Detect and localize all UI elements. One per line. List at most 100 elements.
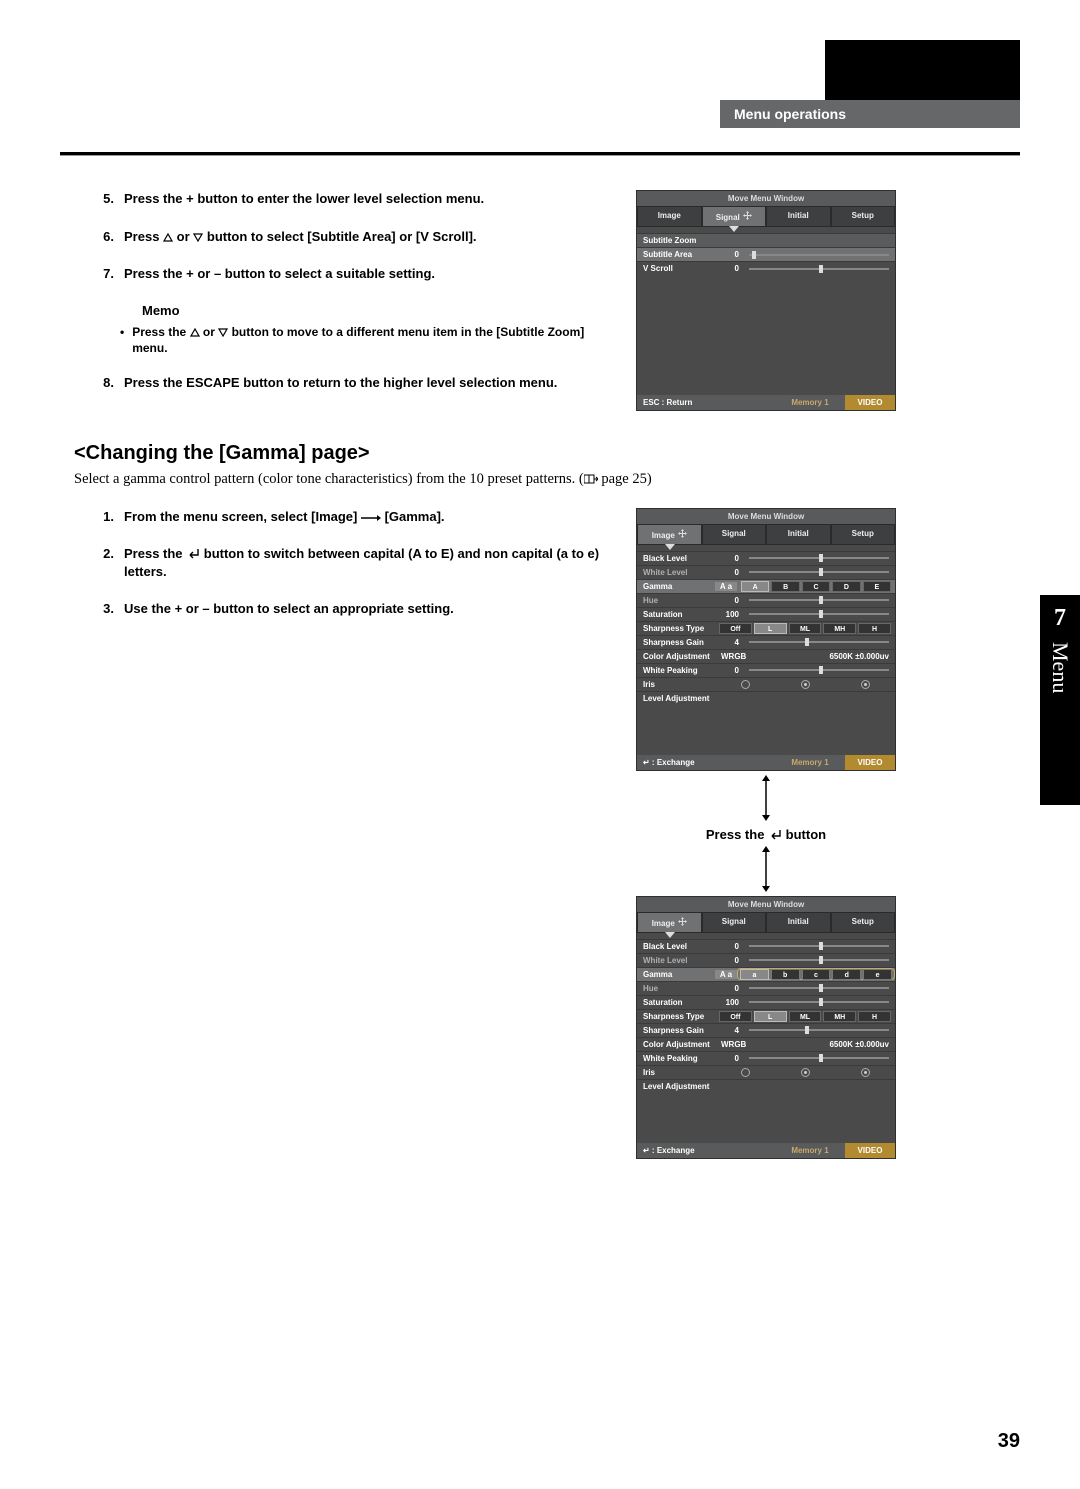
header-black-bar xyxy=(825,40,1020,100)
row-iris[interactable]: Iris xyxy=(637,677,895,691)
header-rule-2 xyxy=(60,155,1020,156)
row-sharpness-type[interactable]: Sharpness TypeOffLMLMHH xyxy=(637,1009,895,1023)
iris-icon xyxy=(861,1068,870,1077)
footer-video: VIDEO xyxy=(845,755,895,770)
row-hue[interactable]: Hue0 xyxy=(637,593,895,607)
row-gamma[interactable]: GammaA aABCDE xyxy=(637,579,895,593)
slider[interactable] xyxy=(749,571,889,573)
slider[interactable] xyxy=(749,557,889,559)
slider[interactable] xyxy=(749,959,889,961)
slider[interactable] xyxy=(749,945,889,947)
row-subtitle-area[interactable]: Subtitle Area0 xyxy=(637,247,895,261)
side-tab-number: 7 xyxy=(1054,605,1066,632)
st-opt[interactable]: L xyxy=(754,1011,787,1022)
header-section-text: Menu operations xyxy=(734,106,846,122)
row-black-level[interactable]: Black Level0 xyxy=(637,551,895,565)
side-tab: 7 Menu xyxy=(1040,595,1080,805)
tab-setup[interactable]: Setup xyxy=(831,912,896,933)
tab-setup[interactable]: Setup xyxy=(831,206,896,227)
row-color-adjustment[interactable]: Color AdjustmentWRGB6500K ±0.000uv xyxy=(637,649,895,663)
slider[interactable] xyxy=(749,613,889,615)
tab-initial[interactable]: Initial xyxy=(766,206,831,227)
ca-k: 6500K ±0.000uv xyxy=(829,1040,889,1049)
gamma-opt[interactable]: B xyxy=(771,581,799,592)
slider[interactable] xyxy=(749,254,889,256)
tab-image[interactable]: Image xyxy=(637,912,702,933)
slider[interactable] xyxy=(749,641,889,643)
iris-icon xyxy=(801,1068,810,1077)
memo-heading: Memo xyxy=(142,303,606,318)
gamma-opt[interactable]: b xyxy=(771,969,800,980)
tab-signal[interactable]: Signal xyxy=(702,206,767,227)
st-opt[interactable]: MH xyxy=(823,623,856,634)
row-sharpness-gain[interactable]: Sharpness Gain4 xyxy=(637,1023,895,1037)
row-color-adjustment[interactable]: Color AdjustmentWRGB6500K ±0.000uv xyxy=(637,1037,895,1051)
ca-wrgb: WRGB xyxy=(721,1040,746,1049)
section-heading-gamma: <Changing the [Gamma] page> xyxy=(74,442,1020,465)
st-opt[interactable]: Off xyxy=(719,623,752,634)
row-sharpness-gain[interactable]: Sharpness Gain4 xyxy=(637,635,895,649)
slider[interactable] xyxy=(749,1057,889,1059)
row-sharpness-type[interactable]: Sharpness TypeOffLMLMHH xyxy=(637,621,895,635)
st-opt[interactable]: ML xyxy=(789,1011,822,1022)
row-gamma[interactable]: GammaA aabcde xyxy=(637,967,895,981)
slider[interactable] xyxy=(749,1029,889,1031)
row-saturation[interactable]: Saturation100 xyxy=(637,995,895,1009)
gamma-opt[interactable]: c xyxy=(802,969,831,980)
gamma-opt[interactable]: E xyxy=(863,581,891,592)
steps-a2: 8.Press the ESCAPE button to return to t… xyxy=(96,374,606,392)
gamma-opt[interactable]: A xyxy=(741,581,769,592)
footer-memory: Memory 1 xyxy=(775,758,845,767)
row-subtitle-zoom[interactable]: Subtitle Zoom xyxy=(637,233,895,247)
section-a: 5.Press the + button to enter the lower … xyxy=(96,190,1020,412)
footer-video: VIDEO xyxy=(845,395,895,410)
steps-a: 5.Press the + button to enter the lower … xyxy=(96,190,606,283)
st-opt[interactable]: H xyxy=(858,623,891,634)
memo-item: Press the or button to move to a differe… xyxy=(120,324,606,356)
row-v-scroll[interactable]: V Scroll0 xyxy=(637,261,895,275)
gamma-opt[interactable]: d xyxy=(832,969,861,980)
osd-footer: ↵ : Exchange Memory 1 VIDEO xyxy=(637,1143,895,1158)
row-saturation[interactable]: Saturation100 xyxy=(637,607,895,621)
row-level-adjustment[interactable]: Level Adjustment xyxy=(637,691,895,705)
tab-initial[interactable]: Initial xyxy=(766,912,831,933)
gamma-opt[interactable]: C xyxy=(802,581,830,592)
row-white-peaking[interactable]: White Peaking0 xyxy=(637,1051,895,1065)
section-a-right: Move Menu Window Image Signal Initial Se… xyxy=(636,190,896,412)
tab-image[interactable]: Image xyxy=(637,206,702,227)
tab-signal[interactable]: Signal xyxy=(702,524,767,545)
sharpness-options: OffLMLMHH xyxy=(715,1011,895,1022)
footer-left: ESC : Return xyxy=(637,398,775,407)
slider[interactable] xyxy=(749,1001,889,1003)
gamma-toggle-badge[interactable]: A a xyxy=(715,582,737,591)
step-b3: 3.Use the + or – button to select an app… xyxy=(96,600,606,618)
st-opt[interactable]: Off xyxy=(719,1011,752,1022)
slider[interactable] xyxy=(749,599,889,601)
row-hue[interactable]: Hue0 xyxy=(637,981,895,995)
st-opt[interactable]: MH xyxy=(823,1011,856,1022)
tab-image[interactable]: Image xyxy=(637,524,702,545)
tab-pointer xyxy=(637,545,895,551)
triangle-up-icon xyxy=(163,233,173,242)
slider[interactable] xyxy=(749,987,889,989)
row-white-level[interactable]: White Level0 xyxy=(637,565,895,579)
gamma-opt[interactable]: a xyxy=(740,969,769,980)
row-white-level[interactable]: White Level0 xyxy=(637,953,895,967)
row-level-adjustment[interactable]: Level Adjustment xyxy=(637,1079,895,1093)
st-opt[interactable]: H xyxy=(858,1011,891,1022)
st-opt[interactable]: L xyxy=(754,623,787,634)
row-iris[interactable]: Iris xyxy=(637,1065,895,1079)
gamma-toggle-badge[interactable]: A a xyxy=(715,970,737,979)
tab-signal[interactable]: Signal xyxy=(702,912,767,933)
row-black-level[interactable]: Black Level0 xyxy=(637,939,895,953)
tab-setup[interactable]: Setup xyxy=(831,524,896,545)
gamma-opt[interactable]: e xyxy=(863,969,892,980)
row-white-peaking[interactable]: White Peaking0 xyxy=(637,663,895,677)
ca-wrgb: WRGB xyxy=(721,652,746,661)
slider[interactable] xyxy=(749,268,889,270)
tab-initial[interactable]: Initial xyxy=(766,524,831,545)
st-opt[interactable]: ML xyxy=(789,623,822,634)
gamma-opt[interactable]: D xyxy=(832,581,860,592)
steps-b: 1.From the menu screen, select [Image] [… xyxy=(96,508,606,618)
slider[interactable] xyxy=(749,669,889,671)
